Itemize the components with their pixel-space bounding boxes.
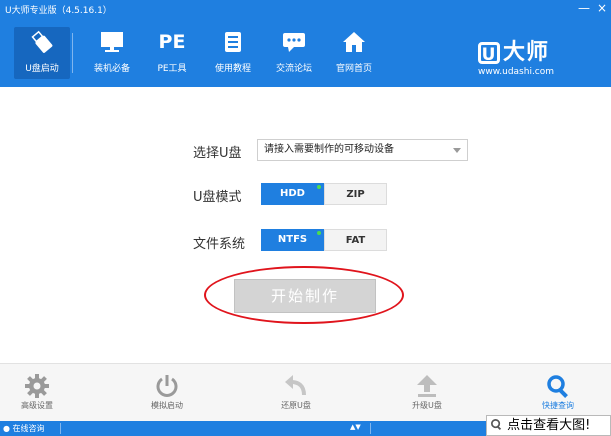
upgrade-usb-button[interactable]: 升级U盘: [392, 372, 462, 411]
dropdown-arrow-icon[interactable]: [453, 148, 461, 153]
nav-tutorial[interactable]: 使用教程: [205, 27, 261, 79]
selected-indicator: [317, 231, 321, 235]
header-bar: U大师专业版（4.5.16.1） — × U盘启动 装机必备 PE PE工具 使…: [0, 0, 611, 87]
home-icon: [326, 27, 382, 57]
window-title: U大师专业版（4.5.16.1）: [5, 6, 112, 16]
simulate-boot-label: 模拟启动: [151, 401, 183, 410]
brand-url: www.udashi.com: [478, 67, 555, 77]
online-consult-link[interactable]: ● 在线咨询: [3, 423, 45, 434]
close-button[interactable]: ×: [594, 1, 610, 15]
main-panel: 选择U盘 请接入需要制作的可移动设备 U盘模式 HDD ZIP 文件系统 NTF…: [0, 87, 611, 363]
nav-label: PE工具: [157, 64, 187, 74]
monitor-icon: [84, 27, 140, 57]
power-icon: [132, 372, 202, 400]
scroll-caret-icon[interactable]: ▲▼: [350, 423, 361, 431]
advanced-settings-label: 高级设置: [21, 401, 53, 410]
fs-fat-option[interactable]: FAT: [324, 229, 387, 251]
view-large-image-button[interactable]: 点击查看大图!: [486, 415, 611, 436]
nav-label: 官网首页: [335, 64, 372, 74]
online-consult-text: 在线咨询: [12, 424, 45, 433]
bell-icon: ●: [3, 424, 10, 433]
usb-device-select-value: 请接入需要制作的可移动设备: [264, 144, 394, 155]
annotation-ellipse: [204, 266, 404, 324]
nav-forum[interactable]: 交流论坛: [266, 27, 322, 79]
book-icon: [205, 27, 261, 57]
usb-drive-icon: [14, 27, 70, 57]
advanced-settings-button[interactable]: 高级设置: [2, 372, 72, 411]
select-usb-label: 选择U盘: [193, 146, 242, 161]
brand-u-mark: U: [478, 42, 500, 65]
nav-usb-boot[interactable]: U盘启动: [14, 27, 70, 79]
view-large-image-text: 点击查看大图!: [507, 418, 591, 433]
chat-bubble-icon: [266, 27, 322, 57]
upgrade-usb-label: 升级U盘: [412, 401, 442, 410]
pe-text-icon: PE: [158, 31, 186, 53]
minimize-button[interactable]: —: [576, 1, 592, 15]
restore-usb-label: 还原U盘: [281, 401, 311, 410]
nav-install-essentials[interactable]: 装机必备: [84, 27, 140, 79]
mode-zip-text: ZIP: [346, 189, 365, 200]
mode-hdd-option[interactable]: HDD: [261, 183, 324, 205]
fs-ntfs-text: NTFS: [277, 234, 308, 245]
mode-zip-option[interactable]: ZIP: [324, 183, 387, 205]
nav-label: 交流论坛: [275, 64, 312, 74]
status-divider: [370, 423, 371, 434]
magnifier-icon: [490, 418, 507, 433]
fs-fat-text: FAT: [345, 235, 366, 246]
restore-usb-button[interactable]: 还原U盘: [261, 372, 331, 411]
fs-ntfs-option[interactable]: NTFS: [261, 229, 324, 251]
undo-arrow-icon: [261, 372, 331, 400]
filesystem-label: 文件系统: [193, 237, 246, 252]
brand-logo: U 大师 www.udashi.com: [478, 34, 554, 77]
brand-name: 大师: [503, 40, 550, 65]
gear-icon: [2, 372, 72, 400]
quick-query-label: 快捷查询: [542, 401, 574, 410]
nav-homepage[interactable]: 官网首页: [326, 27, 382, 79]
upload-arrow-icon: [392, 372, 462, 400]
magnifier-icon: [523, 372, 593, 400]
simulate-boot-button[interactable]: 模拟启动: [132, 372, 202, 411]
mode-hdd-text: HDD: [280, 188, 305, 199]
status-divider: [60, 423, 61, 434]
nav-pe-tools[interactable]: PE PE工具: [144, 27, 200, 79]
quick-query-button[interactable]: 快捷查询: [523, 372, 593, 411]
usb-device-select[interactable]: 请接入需要制作的可移动设备: [257, 139, 468, 161]
nav-label: 使用教程: [214, 64, 251, 74]
nav-divider: [72, 33, 73, 73]
bottom-toolbar: 高级设置 模拟启动 还原U盘 升级U盘 快捷查询: [0, 363, 611, 422]
nav-label: 装机必备: [93, 64, 130, 74]
selected-indicator: [317, 185, 321, 189]
nav-label: U盘启动: [25, 64, 59, 74]
usb-mode-label: U盘模式: [193, 190, 242, 205]
